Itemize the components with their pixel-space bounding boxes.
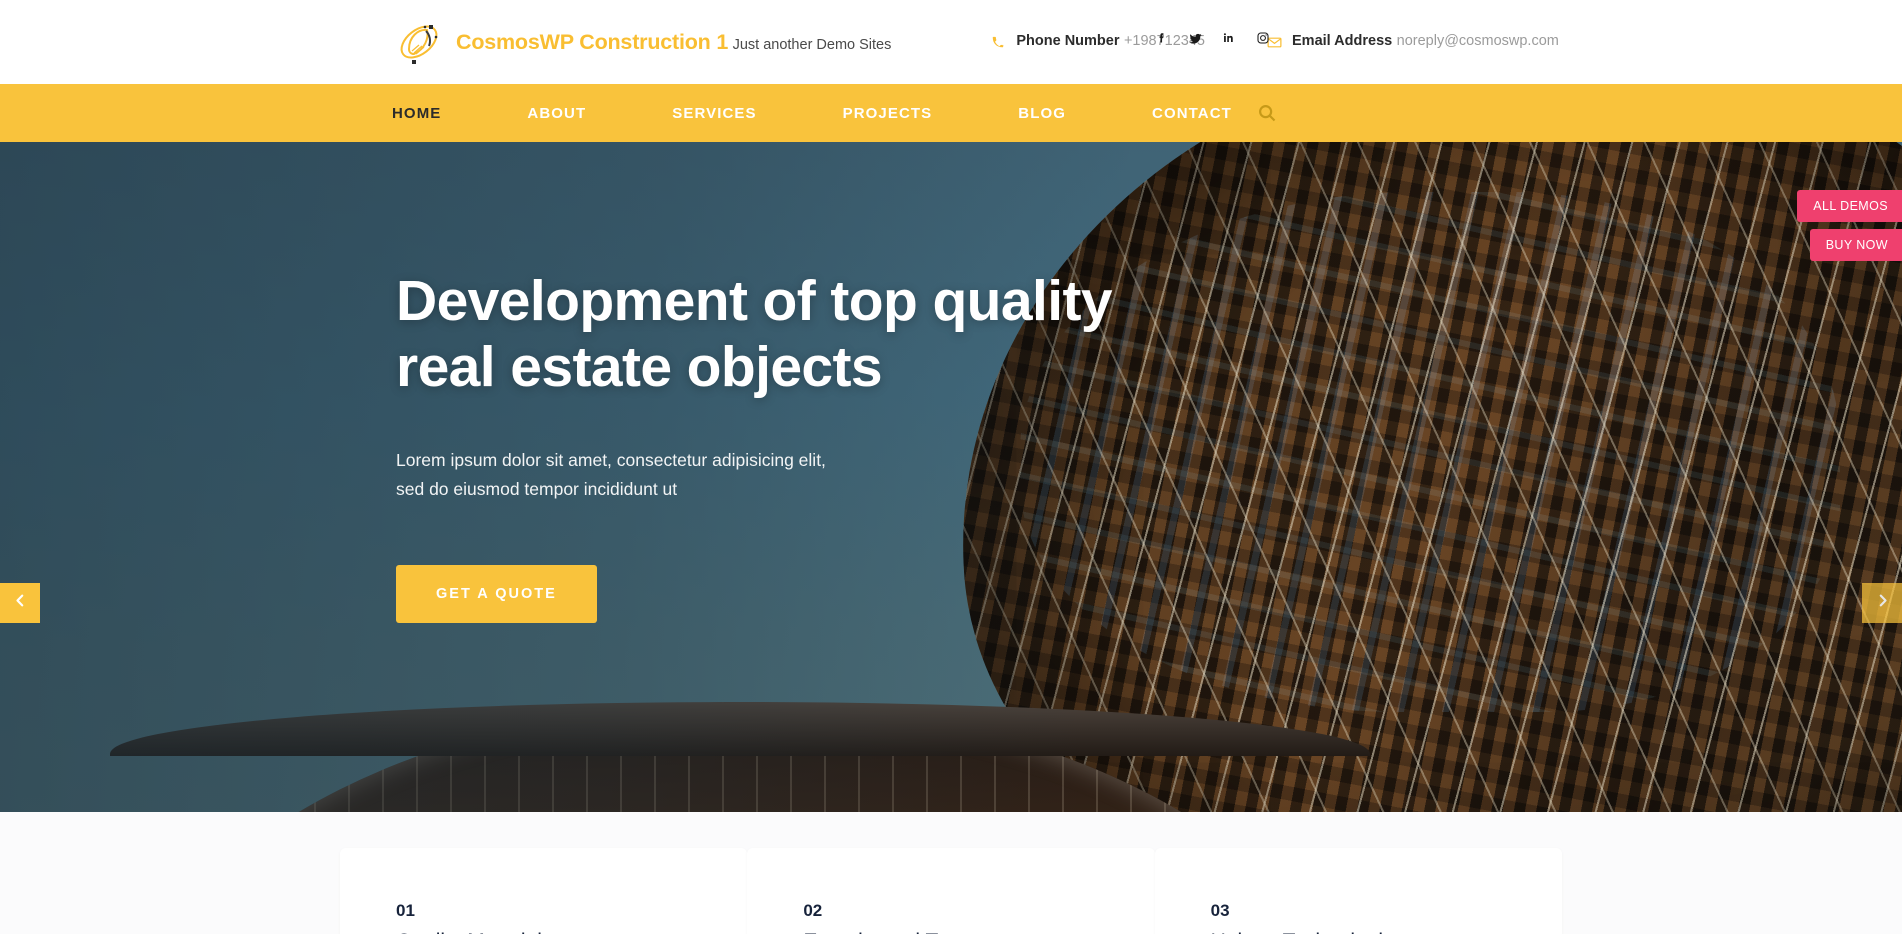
nav-item-home[interactable]: HOME <box>392 105 484 122</box>
nav-item-blog[interactable]: BLOG <box>975 105 1109 122</box>
feature-number: 03 <box>1210 901 1230 920</box>
chevron-left-icon <box>14 594 27 612</box>
instagram-icon[interactable] <box>1246 27 1280 49</box>
brand-title: CosmosWP Construction 1 <box>456 29 729 54</box>
nav-item-about[interactable]: ABOUT <box>484 105 629 122</box>
linkedin-icon[interactable] <box>1212 27 1246 49</box>
page-root: CosmosWP Construction 1 Just another Dem… <box>0 0 1902 934</box>
main-navigation: HOME ABOUT SERVICES PROJECTS BLOG CONTAC… <box>0 84 1902 142</box>
slider-prev-button[interactable] <box>0 583 40 623</box>
features-row: 01 Quality Materials 02 Experienced Team… <box>340 812 1562 934</box>
feature-card-01[interactable]: 01 Quality Materials <box>340 848 748 934</box>
feature-card-03[interactable]: 03 Unique Technologies <box>1154 848 1562 934</box>
site-header: CosmosWP Construction 1 Just another Dem… <box>0 0 1902 84</box>
planet-comet-logo <box>392 15 446 69</box>
contact-email-text: Email Address noreply@cosmoswp.com <box>1292 31 1559 52</box>
nav-item-services[interactable]: SERVICES <box>629 105 799 122</box>
hero-title-line1: Development of top quality <box>396 269 1113 333</box>
social-links <box>1144 27 1280 49</box>
feature-title: Unique Technologies <box>1211 927 1562 934</box>
demo-edge-buttons: ALL DEMOS BUY NOW <box>1797 190 1902 261</box>
search-icon[interactable] <box>1254 100 1280 126</box>
contact-email[interactable]: Email Address noreply@cosmoswp.com <box>1265 31 1559 52</box>
feature-card-02[interactable]: 02 Experienced Team <box>747 848 1155 934</box>
nav-item-projects[interactable]: PROJECTS <box>800 105 976 122</box>
hero-title-line2: real estate objects <box>396 335 883 400</box>
phone-icon <box>989 33 1007 51</box>
brand-text: CosmosWP Construction 1 Just another Dem… <box>456 30 891 55</box>
chevron-right-icon <box>1876 594 1889 612</box>
hero-subtitle-line2: sed do eiusmod tempor incididunt ut <box>396 478 678 499</box>
feature-number: 01 <box>396 901 415 920</box>
buy-now-button[interactable]: BUY NOW <box>1809 229 1902 261</box>
slider-next-button[interactable] <box>1862 583 1902 623</box>
nav-list: HOME ABOUT SERVICES PROJECTS BLOG CONTAC… <box>392 105 1275 122</box>
brand[interactable]: CosmosWP Construction 1 Just another Dem… <box>392 15 891 69</box>
hero-content: Development of top quality real estate o… <box>396 268 1256 623</box>
hero-slider: Development of top quality real estate o… <box>0 142 1902 812</box>
hero-subtitle-line1: Lorem ipsum dolor sit amet, consectetur … <box>396 450 826 471</box>
hero-subtitle: Lorem ipsum dolor sit amet, consectetur … <box>396 446 916 503</box>
facebook-icon[interactable] <box>1144 27 1178 49</box>
twitter-icon[interactable] <box>1178 27 1212 49</box>
contact-phone-label: Phone Number <box>1016 33 1120 50</box>
contact-email-value: noreply@cosmoswp.com <box>1396 33 1559 50</box>
feature-title: Experienced Team <box>803 927 1154 934</box>
feature-number: 02 <box>803 901 823 920</box>
get-a-quote-button[interactable]: GET A QUOTE <box>396 564 597 623</box>
feature-title: Quality Materials <box>396 927 747 934</box>
all-demos-button[interactable]: ALL DEMOS <box>1797 190 1902 222</box>
nav-item-contact[interactable]: CONTACT <box>1109 105 1275 122</box>
brand-tagline: Just another Demo Sites <box>732 36 892 53</box>
hero-title: Development of top quality real estate o… <box>396 268 1256 400</box>
features-section: 01 Quality Materials 02 Experienced Team… <box>0 812 1902 934</box>
contact-email-label: Email Address <box>1292 33 1393 50</box>
